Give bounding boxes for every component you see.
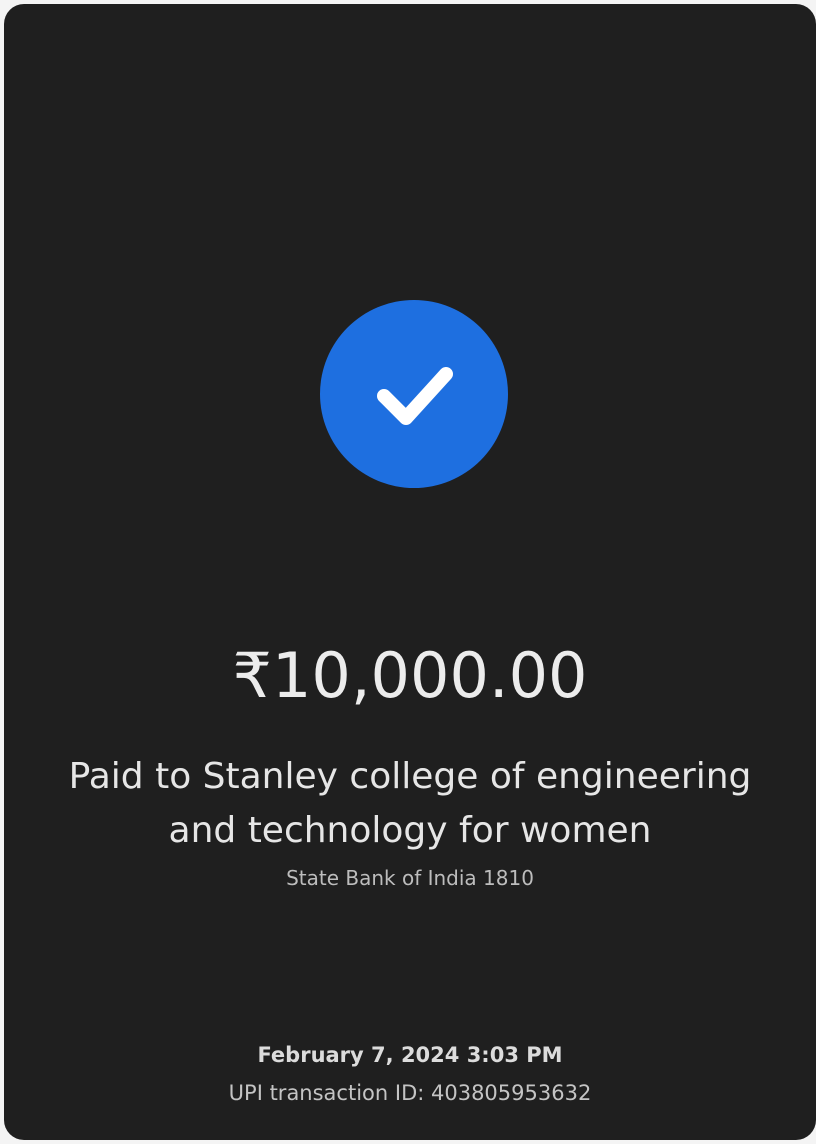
- transaction-id[interactable]: UPI transaction ID: 403805953632: [4, 1078, 816, 1108]
- payment-amount: ₹10,000.00: [232, 639, 588, 712]
- success-badge: [320, 300, 508, 488]
- bank-account: State Bank of India 1810: [286, 866, 534, 890]
- payee-description: Paid to Stanley college of engineering a…: [68, 756, 752, 851]
- payment-receipt-card: ₹10,000.00 Paid to Stanley college of en…: [4, 4, 816, 1140]
- payment-datetime: February 7, 2024 3:03 PM: [257, 1043, 563, 1067]
- check-icon: [377, 367, 453, 425]
